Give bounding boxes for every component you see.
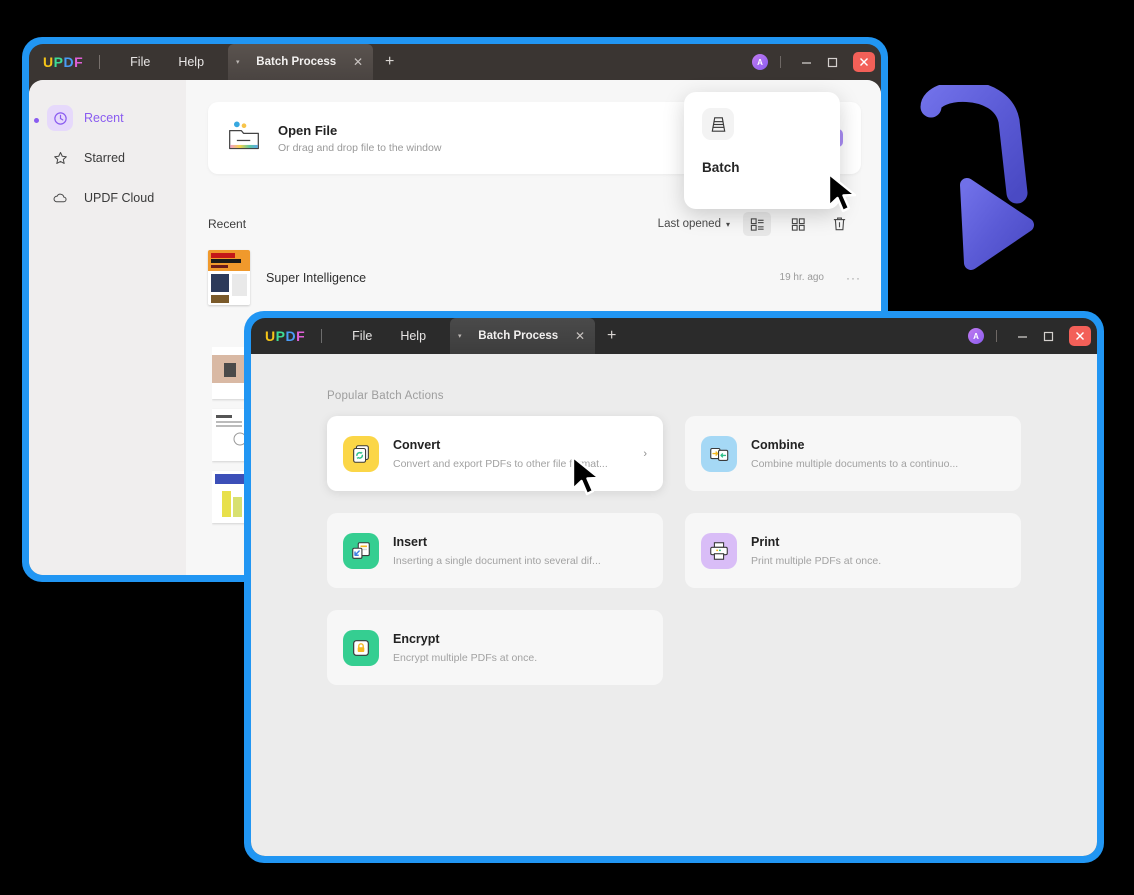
chevron-down-icon[interactable]: ▾	[458, 332, 462, 340]
combine-icon	[701, 435, 737, 472]
updf-logo: UPDF	[265, 328, 306, 344]
recent-item-time: 19 hr. ago	[779, 272, 824, 283]
menu-help[interactable]: Help	[164, 51, 218, 73]
close-icon[interactable]: ✕	[575, 329, 585, 343]
batch-action-insert[interactable]: Insert Inserting a single document into …	[327, 513, 663, 588]
sidebar-item-label: UPDF Cloud	[84, 191, 155, 205]
open-file-title: Open File	[278, 122, 338, 138]
recent-item-name: Super Intelligence	[266, 270, 367, 285]
sort-dropdown[interactable]: Last opened ▾	[658, 218, 730, 230]
sidebar-active-dot	[34, 118, 39, 123]
card-title: Combine	[751, 437, 805, 452]
tab-label: Batch Process	[478, 330, 559, 342]
batch-stack-icon	[702, 108, 734, 140]
back-window-controls: A	[752, 51, 875, 73]
chevron-down-icon[interactable]: ▾	[236, 58, 240, 66]
chevron-right-icon[interactable]: ›	[643, 448, 647, 460]
card-subtitle: Combine multiple documents to a continuo…	[751, 457, 959, 470]
new-tab-button[interactable]: +	[607, 327, 616, 345]
card-title: Print	[751, 534, 780, 549]
sidebar-item-label: Recent	[84, 111, 124, 125]
card-title: Convert	[393, 437, 441, 452]
menu-file[interactable]: File	[116, 51, 164, 73]
sidebar-item-label: Starred	[84, 151, 125, 165]
menu-help[interactable]: Help	[386, 325, 440, 347]
encrypt-icon	[343, 629, 379, 666]
tab-label: Batch Process	[256, 56, 337, 68]
maximize-button[interactable]	[819, 51, 845, 73]
batch-action-encrypt[interactable]: Encrypt Encrypt multiple PDFs at once.	[327, 610, 663, 685]
grid-view-icon[interactable]	[784, 212, 812, 236]
open-file-subtitle: Or drag and drop file to the window	[278, 141, 442, 154]
batch-action-combine[interactable]: Combine Combine multiple documents to a …	[685, 416, 1021, 491]
print-icon	[701, 532, 737, 569]
logo-divider	[321, 329, 323, 343]
document-thumbnail	[208, 250, 250, 305]
sort-label: Last opened	[657, 218, 721, 230]
tab-batch-process[interactable]: ▾ Batch Process ✕	[450, 318, 596, 354]
menu-file[interactable]: File	[338, 325, 386, 347]
sidebar-item-updf-cloud[interactable]: UPDF Cloud	[29, 178, 186, 218]
card-subtitle: Encrypt multiple PDFs at once.	[393, 651, 538, 664]
minimize-button[interactable]	[793, 51, 819, 73]
convert-icon	[343, 435, 379, 472]
front-window-controls: A	[968, 325, 1091, 347]
sidebar-item-starred[interactable]: Starred	[29, 138, 186, 178]
batch-popup-label: Batch	[702, 160, 740, 175]
star-icon	[47, 145, 73, 171]
batch-actions-page: Popular Batch Actions Convert Convert an…	[265, 368, 1083, 856]
close-window-button[interactable]	[1069, 326, 1091, 346]
controls-divider	[780, 56, 781, 68]
avatar[interactable]: A	[968, 328, 984, 344]
insert-icon	[343, 532, 379, 569]
card-subtitle: Inserting a single document into several…	[393, 554, 601, 567]
tab-batch-process[interactable]: ▾ Batch Process ✕	[228, 44, 374, 80]
recent-list-item[interactable]: Super Intelligence 19 hr. ago ···	[208, 250, 861, 305]
batch-action-print[interactable]: Print Print multiple PDFs at once.	[685, 513, 1021, 588]
screenshot-stage: UPDF File Help ▾ Batch Process ✕ + A Rec…	[0, 0, 1134, 895]
clock-icon	[47, 105, 73, 131]
recent-toolbar: Recent Last opened ▾	[208, 212, 861, 236]
new-tab-button[interactable]: +	[385, 53, 394, 71]
chevron-down-icon: ▾	[725, 219, 730, 229]
logo-divider	[99, 55, 101, 69]
sidebar: Recent Starred UPDF Cloud	[29, 80, 186, 575]
avatar[interactable]: A	[752, 54, 768, 70]
card-title: Insert	[393, 534, 428, 549]
recent-heading: Recent	[208, 217, 247, 231]
batch-process-window[interactable]: UPDF File Help ▾ Batch Process ✕ + A Pop…	[244, 311, 1104, 863]
controls-divider	[996, 330, 997, 342]
batch-action-convert[interactable]: Convert Convert and export PDFs to other…	[327, 416, 663, 491]
card-title: Encrypt	[393, 631, 440, 646]
minimize-button[interactable]	[1009, 325, 1035, 347]
batch-actions-grid: Convert Convert and export PDFs to other…	[327, 416, 1021, 685]
back-window-titlebar: UPDF File Help ▾ Batch Process ✕ + A	[29, 44, 881, 80]
popular-batch-actions-heading: Popular Batch Actions	[327, 390, 444, 402]
card-subtitle: Convert and export PDFs to other file fo…	[393, 457, 608, 470]
front-window-titlebar: UPDF File Help ▾ Batch Process ✕ + A	[251, 318, 1097, 354]
batch-dropdown-popup[interactable]: Batch	[684, 92, 840, 209]
curved-3d-arrow-decoration	[920, 85, 1034, 270]
trash-icon[interactable]	[825, 212, 853, 236]
close-window-button[interactable]	[853, 52, 875, 72]
recent-item-more-button[interactable]: ···	[846, 271, 861, 285]
folder-icon	[226, 119, 262, 158]
sidebar-item-recent[interactable]: Recent	[29, 98, 186, 138]
maximize-button[interactable]	[1035, 325, 1061, 347]
close-icon[interactable]: ✕	[353, 55, 363, 69]
updf-logo: UPDF	[43, 54, 84, 70]
list-view-icon[interactable]	[743, 212, 771, 236]
cloud-icon	[47, 185, 73, 211]
card-subtitle: Print multiple PDFs at once.	[751, 554, 882, 567]
